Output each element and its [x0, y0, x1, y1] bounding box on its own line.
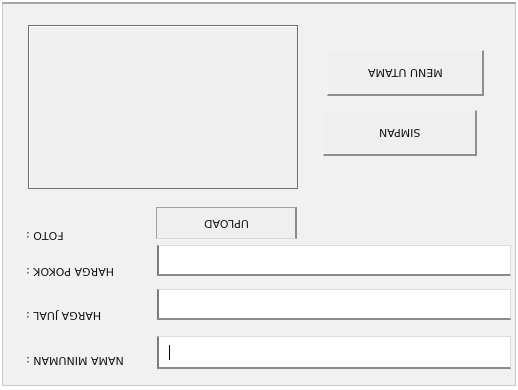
- simpan-button[interactable]: SIMPAN: [323, 110, 477, 156]
- harga-pokok-input[interactable]: [157, 245, 511, 276]
- harga-pokok-label: HARGA POKOK :: [26, 262, 114, 278]
- menu-utama-button[interactable]: MENU UTAMA: [327, 50, 484, 96]
- nama-minuman-label: NAMA MINUMAN :: [26, 351, 124, 367]
- upload-button[interactable]: UPLOAD: [156, 207, 297, 239]
- menu-utama-button-label: MENU UTAMA: [367, 66, 443, 79]
- simpan-button-label: SIMPAN: [378, 126, 421, 139]
- foto-label: FOTO :: [26, 226, 64, 242]
- photo-preview: [28, 25, 298, 189]
- upload-button-label: UPLOAD: [203, 216, 249, 230]
- nama-minuman-label-text: NAMA MINUMAN :: [26, 354, 124, 367]
- foto-label-text: FOTO :: [26, 229, 64, 242]
- harga-jual-label: HARGA JUAL :: [26, 306, 102, 322]
- form-window: MENU UTAMA SIMPAN UPLOAD FOTO : HARGA PO…: [0, 0, 518, 390]
- harga-jual-label-text: HARGA JUAL :: [26, 309, 102, 322]
- nama-minuman-input[interactable]: [157, 336, 511, 369]
- text-caret: [169, 345, 170, 360]
- harga-jual-input[interactable]: [157, 289, 511, 320]
- harga-pokok-label-text: HARGA POKOK :: [26, 265, 114, 278]
